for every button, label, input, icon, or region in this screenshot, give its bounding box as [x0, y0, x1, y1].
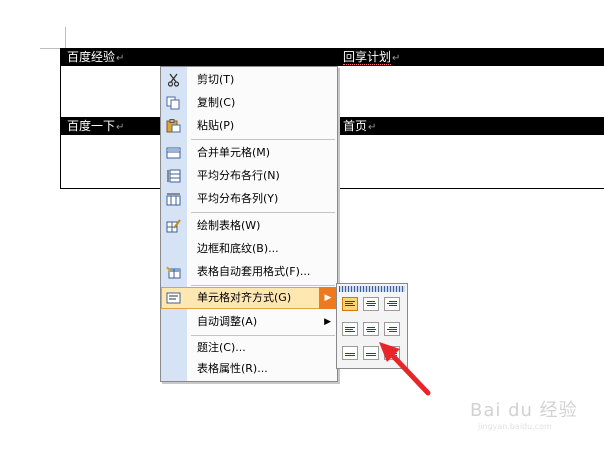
watermark-url: jingyan.baidu.com [478, 422, 552, 431]
annotation-arrow-icon [379, 342, 431, 396]
baidu-jingyan-watermark: Bai du 经验 [470, 400, 578, 421]
